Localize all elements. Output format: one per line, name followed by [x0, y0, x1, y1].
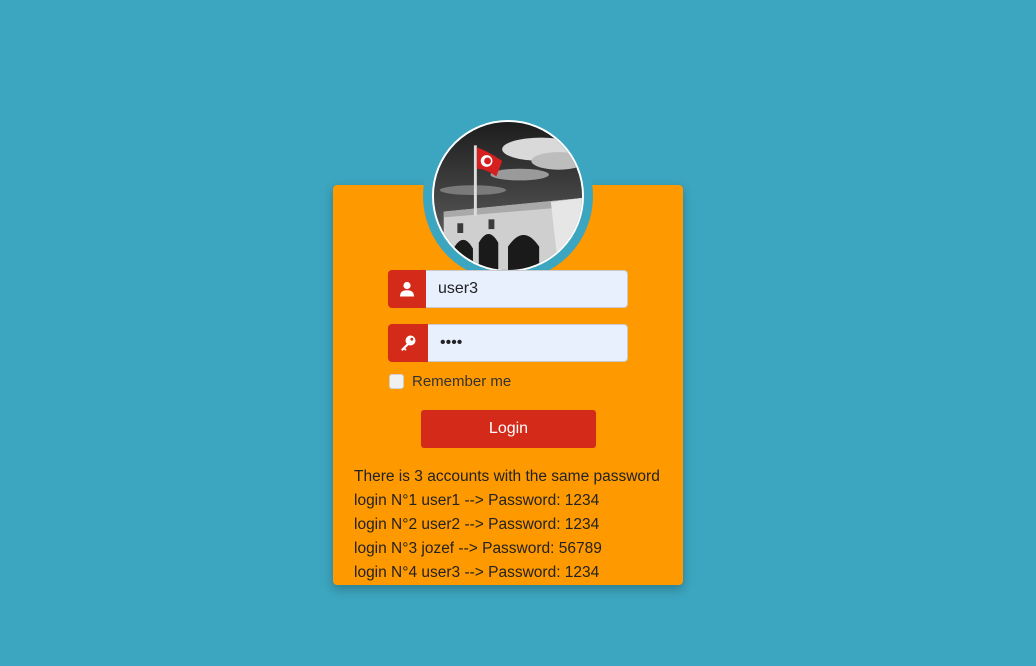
key-icon	[388, 324, 428, 362]
remember-me-label[interactable]: Remember me	[412, 373, 511, 390]
info-line: login N°2 user2 --> Password: 1234	[354, 516, 600, 533]
user-icon	[388, 270, 426, 308]
info-heading: There is 3 accounts with the same passwo…	[354, 468, 660, 485]
login-button[interactable]: Login	[421, 410, 596, 448]
password-input[interactable]	[428, 324, 628, 362]
info-line: login N°3 jozef --> Password: 56789	[354, 540, 602, 557]
avatar	[432, 120, 584, 272]
info-line: login N°4 user3 --> Password: 1234	[354, 564, 600, 581]
password-field	[388, 324, 628, 362]
avatar-photo	[434, 122, 582, 270]
username-field	[388, 270, 628, 308]
username-input[interactable]	[426, 270, 628, 308]
remember-me-checkbox[interactable]	[389, 374, 404, 389]
accounts-info: There is 3 accounts with the same passwo…	[354, 465, 674, 585]
info-line: login N°1 user1 --> Password: 1234	[354, 492, 600, 509]
remember-me: Remember me	[389, 373, 511, 390]
